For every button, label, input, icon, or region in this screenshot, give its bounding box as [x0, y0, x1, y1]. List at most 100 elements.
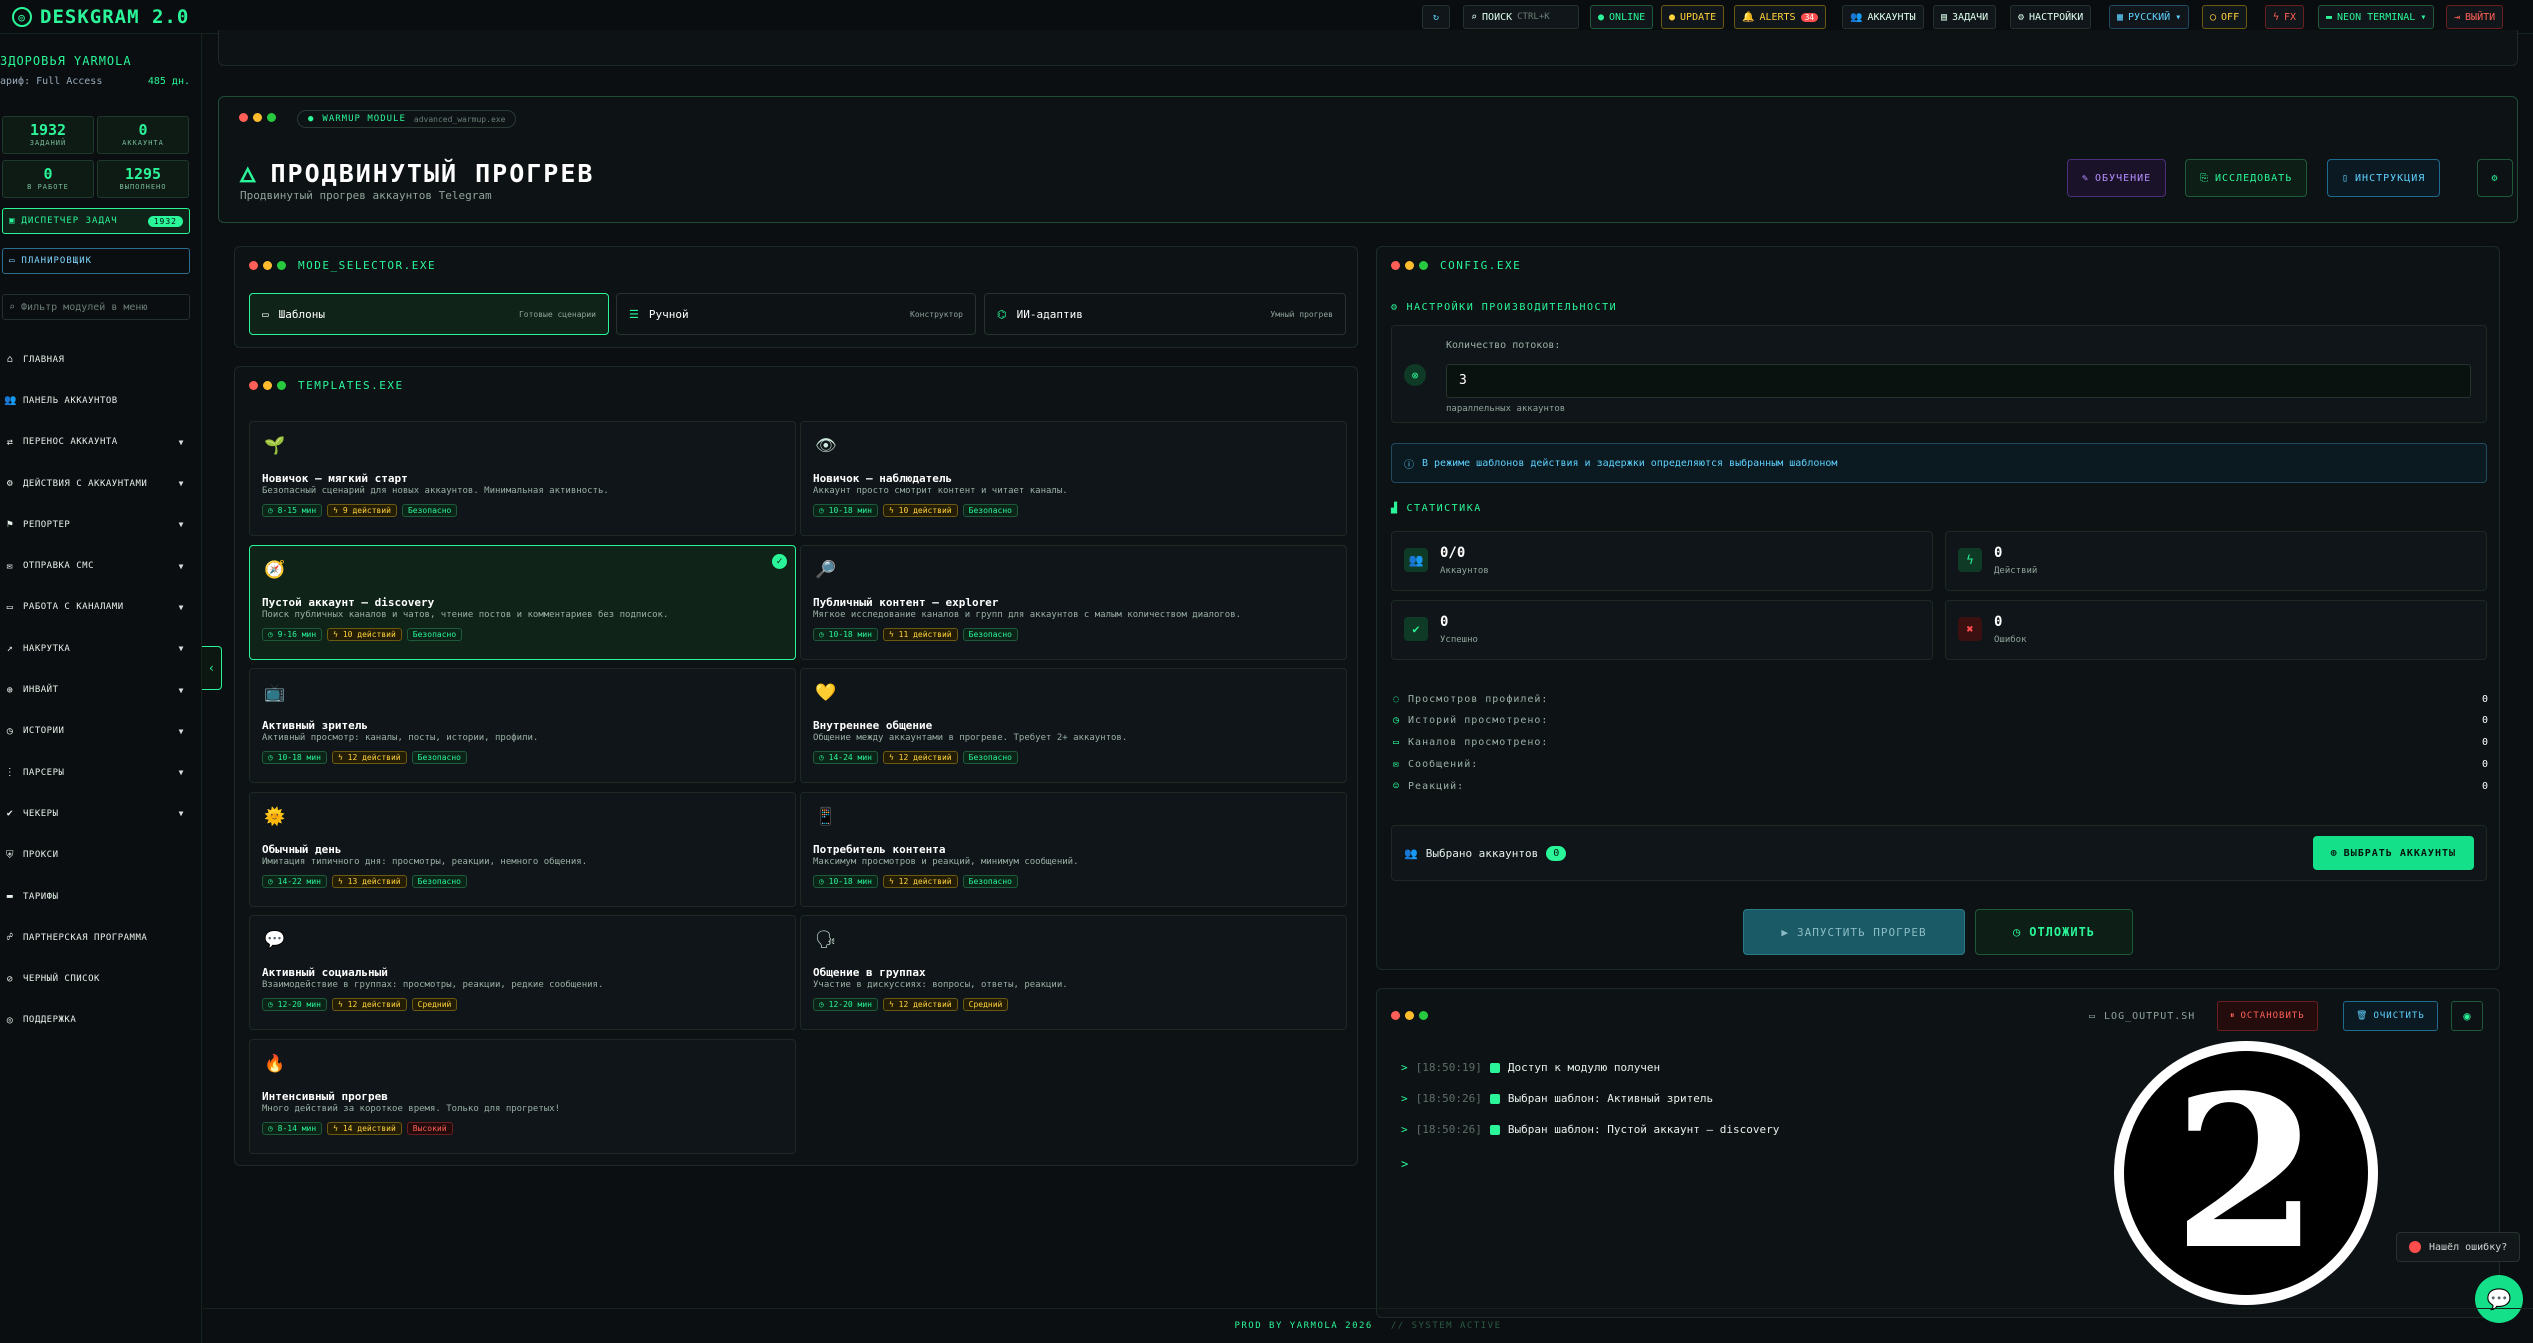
sidebar-item-14[interactable]: ☍ ПАРТНЕРСКАЯ ПРОГРАММА	[0, 917, 190, 958]
clear-log-button[interactable]: 🗑 ОЧИСТИТЬ	[2343, 1001, 2438, 1031]
mode-manual[interactable]: ☰ Ручной Конструктор	[616, 293, 976, 335]
template-card[interactable]: 🧭 Пустой аккаунт — discovery Поиск публичн…	[249, 544, 796, 660]
sidebar-item-3[interactable]: ⚙ ДЕЙСТВИЯ С АККАУНТАМИ ▼	[0, 463, 190, 504]
template-card[interactable]: 👁 Новичок — наблюдатель Аккаунт просто смо…	[800, 421, 1347, 536]
delay-button[interactable]: ◷ ОТЛОЖИТЬ	[1975, 909, 2133, 955]
fx-toggle[interactable]: ϟ FX	[2265, 5, 2305, 29]
settings-button[interactable]: ⚙ НАСТРОЙКИ	[2010, 5, 2092, 29]
template-card[interactable]: 💬 Активный социальный Взаимодействие в гру…	[249, 915, 796, 1030]
template-description: Поиск публичных каналов и чатов, чтение …	[262, 609, 669, 620]
refresh-button[interactable]: ↻	[1422, 5, 1450, 29]
template-description: Аккаунт просто смотрит контент и читает …	[813, 486, 1068, 496]
sidebar-item-7[interactable]: ↗ НАКРУТКА ▼	[0, 628, 190, 669]
template-title: Общение в группах	[813, 966, 926, 979]
template-card[interactable]: 📱 Потребитель контента Максимум просмотров…	[800, 791, 1347, 907]
shield-icon: ⛨	[6, 849, 14, 861]
chevron-down-icon[interactable]: ▼	[179, 562, 184, 571]
select-accounts-button[interactable]: ⊕ ВЫБРАТЬ АККАУНТЫ	[2312, 836, 2474, 870]
alerts-button[interactable]: 🔔 ALERTS 34	[1734, 5, 1827, 29]
accounts-button[interactable]: 👥 АККАУНТЫ	[1842, 5, 1924, 29]
dispatcher-badge: 1932	[147, 215, 183, 227]
online-status[interactable]: ● ONLINE	[1590, 5, 1654, 29]
mode-ai-adaptive[interactable]: ⌬ ИИ-адаптив Умный прогрев	[984, 293, 1346, 335]
duration-tag: ◷ 10-18 мин	[813, 874, 878, 888]
sidebar-item-1[interactable]: 👥 ПАНЕЛЬ АККАУНТОВ	[0, 380, 190, 421]
user-profile: ЗДОРОВЬЯ YARMOLA ариф: Full Access 485 дн…	[0, 54, 200, 87]
learn-button[interactable]: ✎ ОБУЧЕНИЕ	[2067, 159, 2167, 197]
template-description: Безопасный сценарий для новых аккаунтов.…	[262, 486, 609, 496]
chevron-down-icon[interactable]: ▼	[179, 768, 184, 777]
log-row: > [18:50:19] Доступ к модулю получен	[1401, 1061, 1661, 1074]
sidebar-item-11[interactable]: ✔ ЧЕКЕРЫ ▼	[0, 793, 190, 834]
toggle-log-view-button[interactable]: ◉	[2451, 1001, 2483, 1031]
search-button[interactable]: ⌕ ПОИСК CTRL+K	[1463, 5, 1579, 29]
app-logo[interactable]: ◎ DESKGRAM 2.0	[12, 6, 189, 28]
report-bug-button[interactable]: Нашёл ошибку?	[2396, 1232, 2521, 1262]
template-card[interactable]: 💛 Внутреннее общение Общение между аккаунт…	[800, 668, 1347, 783]
sidebar-item-2[interactable]: ⇄ ПЕРЕНОС АККАУНТА ▼	[0, 422, 190, 463]
footer-credit: PROD BY YARMOLA 2026	[1234, 1321, 1373, 1331]
log-prompt[interactable]: >	[1401, 1157, 1408, 1171]
template-title: Пустой аккаунт — discovery	[262, 595, 435, 609]
chevron-down-icon[interactable]: ▼	[179, 479, 184, 488]
off-toggle[interactable]: ◯ OFF	[2202, 5, 2248, 29]
chevron-down-icon[interactable]: ▼	[179, 520, 184, 529]
template-card[interactable]: 📺 Активный зритель Активный просмотр: кана…	[249, 668, 796, 783]
sidebar-item-0[interactable]: ⌂ ГЛАВНАЯ	[0, 339, 190, 380]
language-select[interactable]: ▦ РУССКИЙ ▾	[2109, 5, 2190, 29]
template-emoji-icon: 📺	[264, 683, 286, 703]
selected-accounts: 👥 Выбрано аккаунтов 0	[1404, 846, 1567, 861]
update-button[interactable]: ● UPDATE	[1661, 5, 1725, 29]
template-card[interactable]: 🌱 Новичок — мягкий старт Безопасный сценар…	[249, 421, 796, 536]
flag-icon: ⚑	[6, 519, 14, 531]
theme-select[interactable]: ▬ NEON TERMINAL ▾	[2318, 5, 2435, 29]
chevron-down-icon[interactable]: ▼	[179, 603, 184, 612]
risk-tag: Безопасно	[962, 504, 1018, 517]
template-card[interactable]: 🌞 Обычный день Имитация типичного дня: про…	[249, 791, 796, 907]
sidebar-item-10[interactable]: ⋮ ПАРСЕРЫ ▼	[0, 752, 190, 793]
home-icon: ⌂	[6, 354, 14, 366]
sidebar-item-5[interactable]: ✉ ОТПРАВКА СМС ▼	[0, 545, 190, 586]
sidebar-item-4[interactable]: ⚑ РЕПОРТЕР ▼	[0, 504, 190, 545]
sidebar-item-9[interactable]: ◷ ИСТОРИИ ▼	[0, 711, 190, 752]
sidebar-collapse-button[interactable]: ‹	[202, 646, 222, 690]
sidebar-item-16[interactable]: ◎ ПОДДЕРЖКА	[0, 1000, 190, 1041]
sidebar-item-15[interactable]: ⊘ ЧЕРНЫЙ СПИСОК	[0, 958, 190, 999]
logout-button[interactable]: ⇥ ВЫЙТИ	[2446, 5, 2504, 29]
template-tags: ◷ 14-24 мин ϟ 12 действий Безопасно	[813, 751, 1018, 764]
start-warmup-button[interactable]: ▶ ЗАПУСТИТЬ ПРОГРЕВ	[1743, 909, 1965, 955]
sidebar-item-6[interactable]: ▭ РАБОТА С КАНАЛАМИ ▼	[0, 587, 190, 628]
risk-tag: Высокий	[406, 1121, 453, 1135]
chevron-down-icon[interactable]: ▼	[179, 686, 184, 695]
template-description: Взаимодействие в группах: просмотры, реа…	[262, 980, 604, 990]
sidebar-item-label: ПОДДЕРЖКА	[23, 1015, 77, 1026]
sidebar-item-13[interactable]: ▬ ТАРИФЫ	[0, 876, 190, 917]
chevron-down-icon[interactable]: ▼	[179, 438, 184, 447]
template-card[interactable]: 🔥 Интенсивный прогрев Много действий за ко…	[249, 1038, 796, 1154]
template-title: Активный зритель	[262, 719, 368, 732]
threads-input[interactable]: 3	[1446, 364, 2471, 398]
template-card[interactable]: 🔎 Публичный контент — explorer Мягкое иссл…	[800, 544, 1347, 660]
scheduler-button[interactable]: ▭ ПЛАНИРОВЩИК	[2, 248, 190, 274]
sidebar-item-label: ЧЕРНЫЙ СПИСОК	[23, 974, 100, 985]
sliders-icon: ☰	[629, 307, 639, 321]
sidebar-item-12[interactable]: ⛨ ПРОКСИ	[0, 835, 190, 876]
chevron-down-icon[interactable]: ▼	[179, 727, 184, 736]
risk-tag: Безопасно	[962, 627, 1018, 641]
stop-log-button[interactable]: ⏸ ОСТАНОВИТЬ	[2217, 1001, 2318, 1031]
explore-button[interactable]: ⎘ ИССЛЕДОВАТЬ	[2185, 159, 2308, 197]
tasks-button[interactable]: ▤ ЗАДАЧИ	[1933, 5, 1997, 29]
module-filter-input[interactable]: ⌕ Фильтр модулей в меню	[2, 294, 190, 320]
actions-tag: ϟ 12 действий	[332, 998, 407, 1011]
sidebar-item-8[interactable]: ⊕ ИНВАЙТ ▼	[0, 669, 190, 710]
template-card[interactable]: 🗣 Общение в группах Участие в дискуссиях: …	[800, 915, 1347, 1030]
module-chip: ● WARMUP MODULE advanced_warmup.exe	[297, 110, 517, 128]
template-tags: ◷ 10-18 мин ϟ 12 действий Безопасно	[262, 751, 467, 764]
module-settings-button[interactable]: ⚙	[2477, 159, 2513, 197]
actions-tag: ϟ 11 действий	[883, 627, 958, 641]
guide-button[interactable]: ▯ ИНСТРУКЦИЯ	[2327, 159, 2441, 197]
chevron-down-icon[interactable]: ▼	[179, 644, 184, 653]
chevron-down-icon[interactable]: ▼	[179, 809, 184, 818]
task-dispatcher-button[interactable]: ▣ ДИСПЕТЧЕР ЗАДАЧ 1932	[2, 208, 190, 234]
mode-templates[interactable]: ▭ Шаблоны Готовые сценарии	[249, 293, 609, 335]
